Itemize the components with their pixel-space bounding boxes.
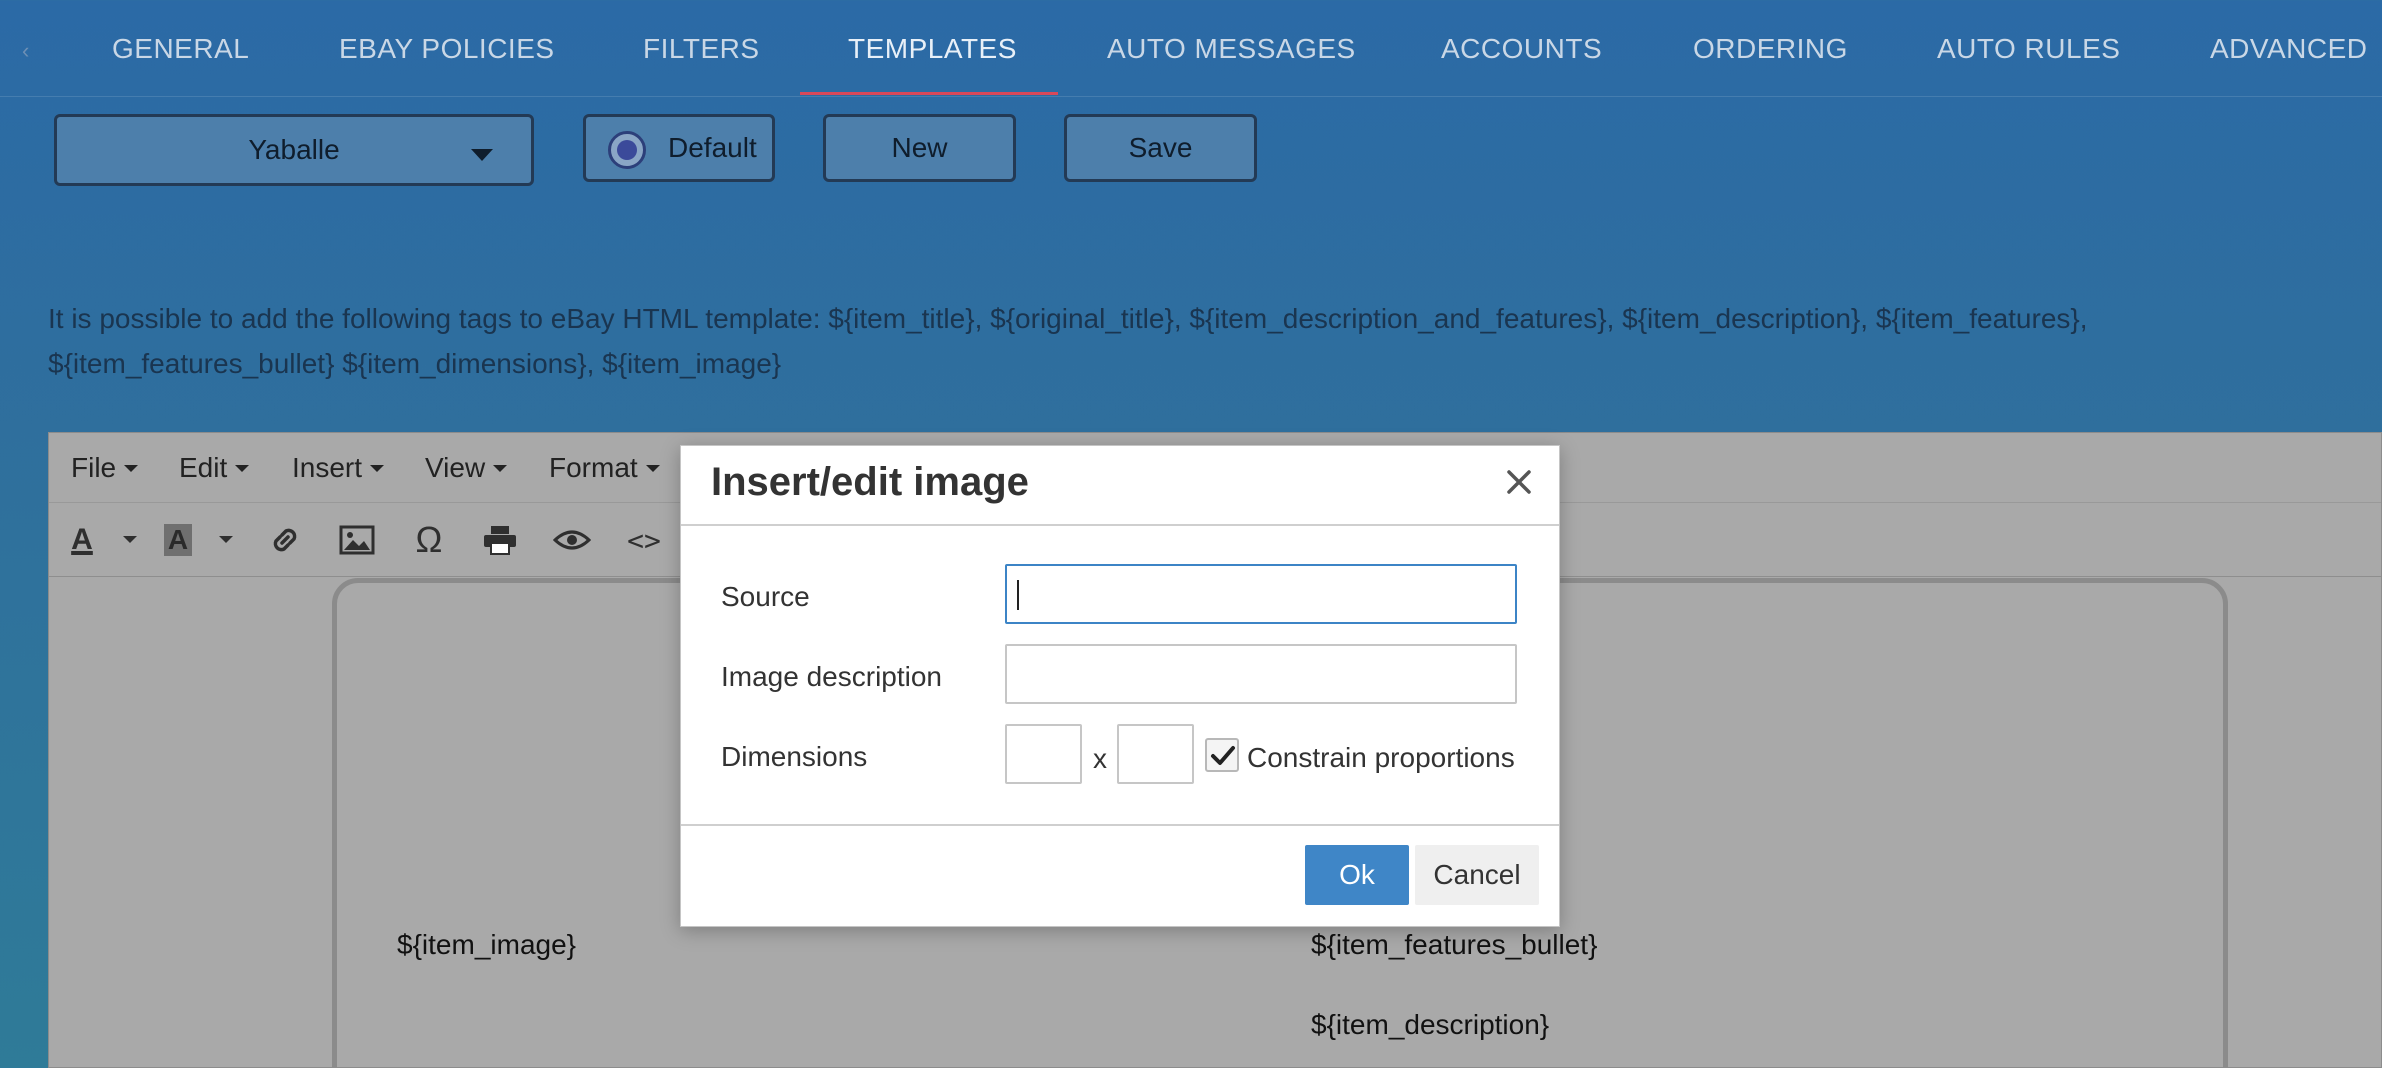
menu-format[interactable]: Format bbox=[549, 433, 660, 503]
chevron-down-icon[interactable] bbox=[219, 536, 233, 543]
tab-general[interactable]: GENERAL bbox=[112, 0, 249, 97]
print-icon[interactable] bbox=[475, 515, 525, 565]
height-input[interactable] bbox=[1117, 724, 1194, 784]
tab-filters[interactable]: FILTERS bbox=[643, 0, 760, 97]
tab-advanced[interactable]: ADVANCED bbox=[2210, 0, 2368, 97]
tab-accounts[interactable]: ACCOUNTS bbox=[1441, 0, 1602, 97]
item-image-tag: ${item_image} bbox=[397, 929, 577, 960]
tab-ebay-policies[interactable]: EBAY POLICIES bbox=[339, 0, 555, 97]
chevron-down-icon[interactable] bbox=[123, 536, 137, 543]
image-description-label: Image description bbox=[721, 661, 943, 692]
tab-ordering[interactable]: ORDERING bbox=[1693, 0, 1848, 97]
ok-button[interactable]: Ok bbox=[1305, 845, 1409, 905]
chevron-down-icon bbox=[124, 464, 139, 472]
source-label: Source bbox=[721, 581, 810, 612]
dimensions-label: Dimensions bbox=[721, 741, 868, 772]
tab-auto-messages[interactable]: AUTO MESSAGES bbox=[1107, 0, 1356, 97]
source-input[interactable] bbox=[1005, 564, 1517, 624]
active-tab-indicator bbox=[800, 92, 1058, 95]
chevron-down-icon bbox=[235, 464, 250, 472]
template-select[interactable]: Yaballe bbox=[54, 114, 534, 186]
dialog-footer-divider bbox=[681, 824, 1559, 826]
dimensions-separator: x bbox=[1093, 743, 1107, 774]
info-line-1: It is possible to add the following tags… bbox=[48, 303, 2088, 334]
chevron-down-icon bbox=[370, 464, 385, 472]
item-features-bullet-tag: ${item_features_bullet} bbox=[1311, 929, 1598, 960]
tab-auto-rules[interactable]: AUTO RULES bbox=[1937, 0, 2120, 97]
item-description-tag: ${item_description} bbox=[1311, 1009, 1550, 1040]
constrain-proportions-checkbox[interactable] bbox=[1205, 738, 1239, 772]
constrain-proportions-label: Constrain proportions bbox=[1247, 742, 1515, 773]
close-icon[interactable] bbox=[1499, 462, 1539, 502]
background-color-icon[interactable]: A bbox=[153, 515, 203, 565]
default-label: Default bbox=[668, 132, 757, 163]
dialog-divider bbox=[681, 524, 1559, 526]
image-icon[interactable] bbox=[332, 515, 382, 565]
dialog-title: Insert/edit image bbox=[711, 460, 1029, 504]
tab-templates[interactable]: TEMPLATES bbox=[848, 0, 1017, 97]
menu-view[interactable]: View bbox=[425, 433, 508, 503]
menu-edit[interactable]: Edit bbox=[179, 433, 250, 503]
text-cursor bbox=[1017, 580, 1019, 610]
insert-image-dialog: Insert/edit image Source Image descripti… bbox=[680, 445, 1560, 927]
default-radio-button[interactable]: Default bbox=[583, 114, 775, 182]
menu-insert[interactable]: Insert bbox=[292, 433, 385, 503]
save-button[interactable]: Save bbox=[1064, 114, 1257, 182]
width-input[interactable] bbox=[1005, 724, 1082, 784]
template-select-value: Yaballe bbox=[248, 134, 340, 165]
back-icon[interactable]: ‹ bbox=[22, 38, 40, 63]
omega-icon[interactable]: Ω bbox=[404, 515, 454, 565]
menu-file[interactable]: File bbox=[71, 433, 139, 503]
code-icon[interactable]: <> bbox=[619, 515, 669, 565]
link-icon[interactable] bbox=[260, 515, 310, 565]
preview-eye-icon[interactable] bbox=[547, 515, 597, 565]
image-description-input[interactable] bbox=[1005, 644, 1517, 704]
chevron-down-icon bbox=[645, 464, 660, 472]
chevron-down-icon bbox=[471, 149, 493, 161]
text-color-icon[interactable]: A bbox=[57, 515, 107, 565]
cancel-button[interactable]: Cancel bbox=[1415, 845, 1539, 905]
info-line-2: ${item_features_bullet} ${item_dimension… bbox=[48, 348, 782, 379]
template-tags-info: It is possible to add the following tags… bbox=[48, 296, 2308, 386]
radio-icon bbox=[608, 131, 646, 169]
chevron-down-icon bbox=[493, 464, 508, 472]
top-navigation: ‹ GENERAL EBAY POLICIES FILTERS TEMPLATE… bbox=[0, 0, 2382, 97]
new-button[interactable]: New bbox=[823, 114, 1016, 182]
checkmark-icon bbox=[1211, 746, 1235, 765]
